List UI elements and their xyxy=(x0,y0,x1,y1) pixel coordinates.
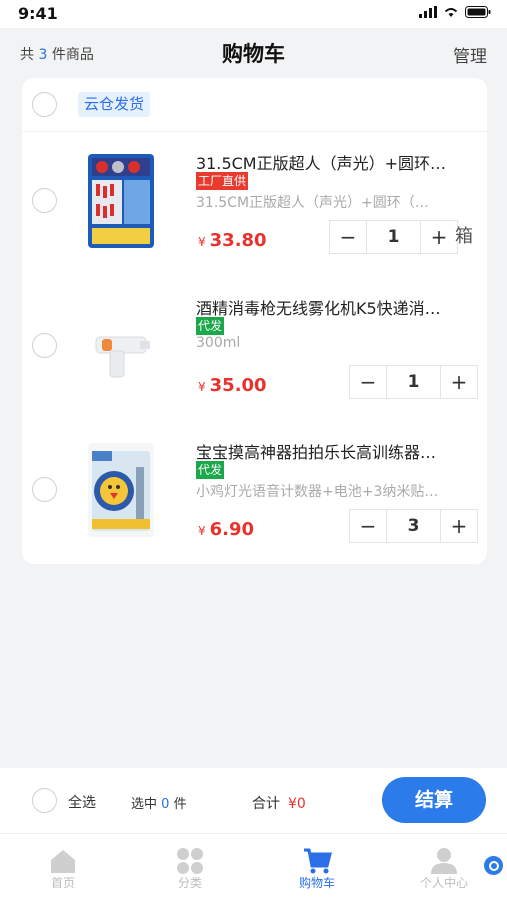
tab-label: 首页 xyxy=(50,876,75,890)
tab-label: 个人中心 xyxy=(419,876,468,890)
total-amount: 合计 ¥0 xyxy=(252,796,306,812)
select-all-checkbox[interactable] xyxy=(32,788,57,813)
product-spec[interactable]: 小鸡灯光语音计数器+电池+3纳米贴… xyxy=(196,481,466,501)
cart-item: 宝宝摸高神器拍拍乐长高训练器… 代发 小鸡灯光语音计数器+电池+3纳米贴… ¥6… xyxy=(22,421,487,564)
cart-card: 云仓发货 31.5CM正版超人（声光）+圆环… 工厂直供 31.5CM正版超人（… xyxy=(22,78,487,564)
quantity-input[interactable]: 3 xyxy=(386,510,441,542)
product-price: ¥33.80 xyxy=(198,230,267,251)
increase-button[interactable]: + xyxy=(441,366,477,398)
product-badge: 代发 xyxy=(196,461,225,479)
status-time: 9:41 xyxy=(18,4,58,23)
product-badge: 工厂直供 xyxy=(196,172,249,190)
unit-label: 箱 xyxy=(455,226,473,247)
product-price: ¥6.90 xyxy=(198,519,255,540)
checkout-bar: 全选 选中 0 件 合计 ¥0 结算 xyxy=(0,768,507,834)
product-name[interactable]: 宝宝摸高神器拍拍乐长高训练器… xyxy=(196,439,466,463)
product-price: ¥35.00 xyxy=(198,375,267,396)
quantity-stepper: − 1 + xyxy=(349,365,478,399)
tab-bar: 首页 分类 购物车 个人中心 xyxy=(0,834,507,900)
selected-count: 选中 0 件 xyxy=(131,797,187,812)
product-image[interactable] xyxy=(88,154,154,248)
tab-cart[interactable]: 购物车 xyxy=(254,834,380,900)
status-icons xyxy=(419,6,491,18)
category-icon xyxy=(177,848,203,874)
checkout-button[interactable]: 结算 xyxy=(382,777,486,823)
product-spec[interactable]: 31.5CM正版超人（声光）+圆环（… xyxy=(196,192,454,212)
chat-bubble-icon[interactable] xyxy=(484,856,503,875)
increase-button[interactable]: + xyxy=(421,221,457,253)
wifi-icon xyxy=(444,8,458,17)
warehouse-checkbox[interactable] xyxy=(32,92,57,117)
cart-item: 31.5CM正版超人（声光）+圆环… 工厂直供 31.5CM正版超人（声光）+圆… xyxy=(22,132,487,277)
quantity-input[interactable]: 1 xyxy=(386,366,441,398)
home-icon xyxy=(51,850,75,873)
product-image[interactable] xyxy=(88,443,154,537)
quantity-stepper: − 1 + xyxy=(329,220,458,254)
header: 共 3 件商品 购物车 管理 xyxy=(0,28,507,76)
page-title: 购物车 xyxy=(222,42,285,66)
status-bar: 9:41 xyxy=(0,0,507,28)
signal-icon xyxy=(419,6,437,18)
item-checkbox[interactable] xyxy=(32,333,57,358)
profile-icon xyxy=(431,848,457,874)
manage-button[interactable]: 管理 xyxy=(453,42,487,67)
cart-icon xyxy=(304,848,332,874)
increase-button[interactable]: + xyxy=(441,510,477,542)
warehouse-row: 云仓发货 xyxy=(22,78,487,132)
product-spec[interactable]: 300ml xyxy=(196,335,466,351)
battery-icon xyxy=(465,6,491,18)
tab-home[interactable]: 首页 xyxy=(0,834,126,900)
tab-label: 购物车 xyxy=(298,876,335,890)
warehouse-tag: 云仓发货 xyxy=(78,92,151,117)
quantity-stepper: − 3 + xyxy=(349,509,478,543)
tab-category[interactable]: 分类 xyxy=(127,834,253,900)
cart-item: 酒精消毒枪无线雾化机K5快递消… 代发 300ml ¥35.00 − 1 + xyxy=(22,277,487,422)
tab-label: 分类 xyxy=(177,876,202,890)
select-all-label[interactable]: 全选 xyxy=(68,792,96,812)
product-name[interactable]: 31.5CM正版超人（声光）+圆环… xyxy=(196,150,466,174)
product-name[interactable]: 酒精消毒枪无线雾化机K5快递消… xyxy=(196,295,466,319)
quantity-input[interactable]: 1 xyxy=(366,221,421,253)
product-badge: 代发 xyxy=(196,317,225,335)
product-image[interactable] xyxy=(88,297,154,391)
item-checkbox[interactable] xyxy=(32,188,57,213)
decrease-button[interactable]: − xyxy=(330,221,366,253)
decrease-button[interactable]: − xyxy=(350,510,386,542)
item-checkbox[interactable] xyxy=(32,477,57,502)
decrease-button[interactable]: − xyxy=(350,366,386,398)
